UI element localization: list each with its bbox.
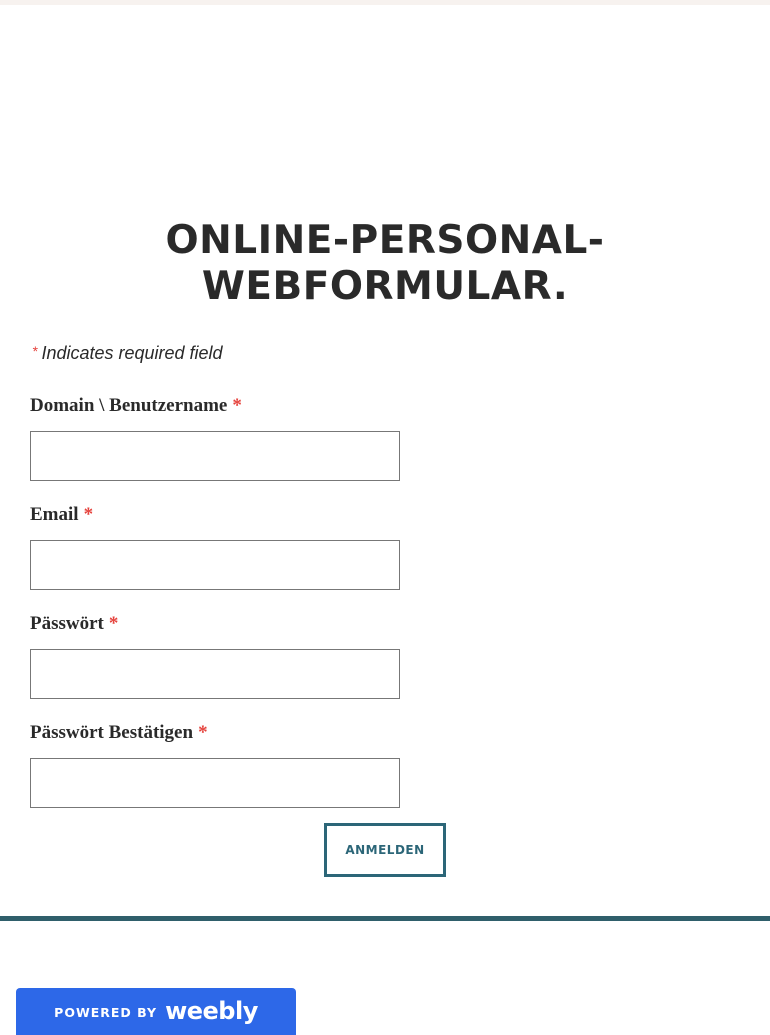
username-label: Domain \ Benutzername * [30, 395, 242, 417]
page-title: ONLINE-PERSONAL- WEBFORMULAR. [0, 218, 770, 310]
required-star: * [198, 722, 208, 743]
email-label: Email * [30, 504, 93, 526]
confirm-password-label-text: Pässwört Bestätigen [30, 722, 194, 743]
confirm-password-label: Pässwört Bestätigen * [30, 722, 208, 744]
weebly-logo: weebly [165, 996, 258, 1025]
required-field-note: * Indicates required field [32, 343, 223, 364]
top-strip [0, 0, 770, 5]
password-label: Pässwört * [30, 613, 118, 635]
email-input[interactable] [30, 540, 400, 590]
required-note-text: Indicates required field [41, 343, 223, 363]
powered-by-weebly-badge[interactable]: POWERED BY weebly [16, 988, 296, 1035]
page-title-line-1: ONLINE-PERSONAL- [165, 218, 605, 263]
confirm-password-input[interactable] [30, 758, 400, 808]
required-star: * [108, 613, 119, 634]
username-input[interactable] [30, 431, 400, 481]
required-star: * [32, 343, 38, 359]
required-star: * [83, 504, 94, 525]
username-label-text: Domain \ Benutzername [30, 395, 228, 416]
password-label-text: Pässwört [30, 613, 104, 634]
password-input[interactable] [30, 649, 400, 699]
email-label-text: Email [30, 504, 79, 525]
powered-by-label: POWERED BY [54, 1005, 158, 1020]
required-star: * [232, 395, 242, 416]
submit-button[interactable]: ANMELDEN [324, 823, 446, 877]
footer-divider [0, 916, 770, 921]
page-title-line-2: WEBFORMULAR. [201, 264, 569, 309]
